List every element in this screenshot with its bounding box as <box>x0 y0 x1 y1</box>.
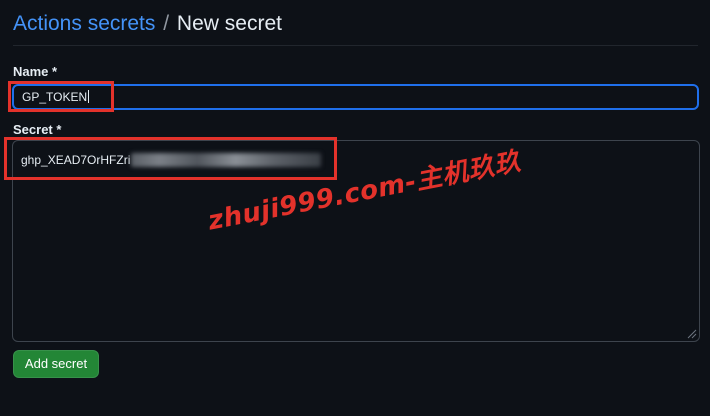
add-secret-button[interactable]: Add secret <box>13 350 99 378</box>
redacted-secret-blur <box>131 152 322 167</box>
breadcrumb-actions-secrets-link[interactable]: Actions secrets <box>13 12 155 35</box>
secret-label: Secret * <box>13 122 62 137</box>
breadcrumb-separator: / <box>163 12 170 35</box>
page-title: New secret <box>176 12 282 35</box>
text-caret <box>88 90 90 103</box>
name-input[interactable]: GP_TOKEN <box>12 84 699 110</box>
name-label: Name * <box>13 64 58 79</box>
new-secret-page: Actions secrets / New secret Name * GP_T… <box>0 0 710 416</box>
resize-handle-icon[interactable] <box>687 329 697 339</box>
name-input-value: GP_TOKEN <box>22 90 88 104</box>
secret-textarea-value: ghp_XEAD7OrHFZri <box>21 152 131 167</box>
secret-textarea[interactable]: ghp_XEAD7OrHFZri <box>12 140 700 342</box>
breadcrumb: Actions secrets / New secret <box>13 10 698 46</box>
